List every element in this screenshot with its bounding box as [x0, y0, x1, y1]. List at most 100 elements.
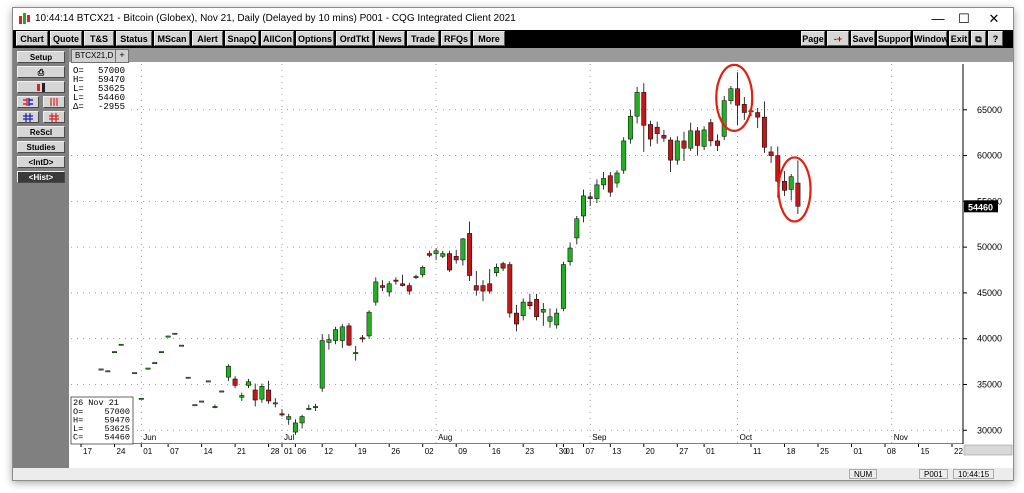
- candle-body: [333, 329, 339, 341]
- candle-body: [326, 339, 332, 343]
- plot-area[interactable]: [71, 64, 963, 444]
- candle-body: [641, 92, 647, 126]
- candle-body: [138, 397, 144, 400]
- candle-body: [480, 285, 486, 292]
- candle-body: [272, 402, 278, 405]
- candle-body: [507, 264, 513, 314]
- candle-body: [393, 279, 399, 282]
- candle-body: [158, 351, 164, 353]
- candle-body: [353, 352, 359, 354]
- candle-body: [735, 88, 741, 106]
- time-scroll-corner[interactable]: [963, 444, 1013, 456]
- candle-body: [654, 126, 660, 134]
- candle-body: [728, 88, 734, 101]
- candle-body: [306, 408, 312, 410]
- candle-body: [447, 253, 452, 271]
- candle-body: [118, 343, 124, 346]
- month-label: Jul: [284, 433, 294, 442]
- x-tick-label: 18: [787, 447, 796, 456]
- x-tick-label: 23: [525, 447, 534, 456]
- x-tick-label: 01: [143, 447, 152, 456]
- x-tick-label: 06: [297, 447, 306, 456]
- candle-body: [627, 115, 633, 140]
- x-tick-label: 16: [492, 447, 501, 456]
- candle-body: [339, 326, 345, 341]
- candle-body: [621, 140, 627, 171]
- x-tick-label: 21: [237, 447, 246, 456]
- candle-body: [694, 130, 700, 146]
- candle-body: [400, 283, 406, 286]
- candle-body: [319, 340, 325, 389]
- candle-body: [520, 301, 526, 317]
- y-tick-label: 65000: [977, 105, 1002, 115]
- x-tick-label: 19: [358, 447, 367, 456]
- candle-body: [587, 196, 593, 199]
- candle-body: [373, 281, 379, 303]
- last-price-label: 54460: [968, 202, 993, 212]
- candle-body: [547, 316, 553, 322]
- candle-body: [614, 172, 620, 184]
- x-tick-label: 07: [586, 447, 595, 456]
- candle-body: [493, 267, 499, 274]
- x-tick-label: 11: [753, 447, 762, 456]
- candle-body: [668, 139, 674, 161]
- ohlc-top-value: -2955: [98, 102, 125, 112]
- candle-body: [112, 351, 117, 353]
- x-tick-label: 09: [458, 447, 467, 456]
- month-label: Jun: [143, 433, 156, 442]
- candle-body: [607, 175, 613, 193]
- ohlc-top-key: Δ=: [73, 102, 84, 112]
- candle-body: [359, 337, 365, 340]
- candle-body: [413, 276, 419, 278]
- candle-body: [266, 389, 272, 402]
- x-tick-label: 01: [284, 447, 293, 456]
- x-tick-label: 20: [646, 447, 655, 456]
- x-tick-label: 24: [117, 447, 126, 456]
- x-tick-label: 01: [565, 447, 574, 456]
- candle-body: [701, 129, 707, 147]
- candle-body: [132, 372, 138, 375]
- x-tick-label: 07: [170, 447, 179, 456]
- y-tick-label: 35000: [977, 379, 1002, 389]
- x-tick-label: 28: [271, 447, 280, 456]
- x-tick-label: 01: [706, 447, 715, 456]
- x-tick-label: 22: [954, 447, 963, 456]
- candle-body: [634, 92, 640, 117]
- x-tick-label: 25: [820, 447, 829, 456]
- candle-body: [440, 253, 446, 257]
- candle-body: [788, 176, 794, 190]
- candle-body: [259, 386, 265, 400]
- candle-body: [346, 325, 352, 346]
- candle-body: [768, 151, 774, 156]
- num-lock-indicator: NUM: [849, 469, 878, 479]
- candle-body: [219, 390, 225, 393]
- candle-body: [681, 140, 687, 149]
- candle-body: [453, 256, 459, 261]
- x-tick-label: 02: [425, 447, 434, 456]
- x-tick-label: 26: [391, 447, 400, 456]
- candle-body: [420, 267, 426, 275]
- candle-body: [782, 180, 787, 191]
- month-label: Oct: [740, 433, 753, 442]
- candle-body: [554, 312, 560, 326]
- y-tick-label: 50000: [977, 242, 1002, 252]
- candle-body: [467, 233, 473, 276]
- candle-body: [560, 264, 566, 309]
- month-label: Nov: [894, 433, 908, 442]
- y-tick-label: 60000: [977, 151, 1002, 161]
- candle-body: [540, 309, 546, 313]
- candle-body: [460, 238, 466, 261]
- candle-body: [165, 335, 171, 338]
- candle-body: [721, 100, 727, 137]
- page-indicator: P001: [919, 469, 948, 479]
- ohlc-bottom-value: 54460: [104, 433, 130, 443]
- month-label: Sep: [592, 433, 607, 442]
- price-chart[interactable]: 3000035000400004500050000550006000065000…: [13, 8, 1013, 480]
- app-window: 10:44:14 BTCX21 - Bitcoin (Globex), Nov …: [12, 7, 1014, 481]
- candle-body: [152, 362, 158, 364]
- candle-body: [527, 301, 533, 306]
- candle-body: [179, 344, 184, 347]
- candle-body: [172, 332, 178, 335]
- candle-body: [487, 283, 493, 292]
- x-tick-label: 01: [854, 447, 863, 456]
